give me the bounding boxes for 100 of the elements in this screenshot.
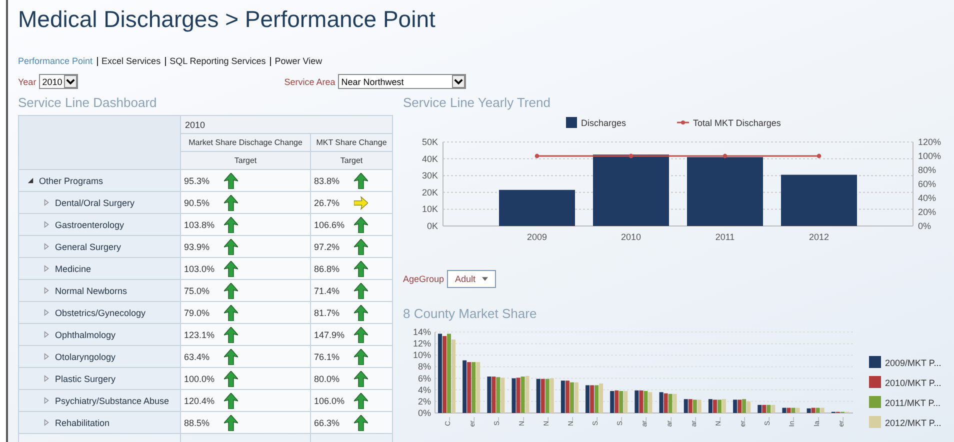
up-arrow-icon [224,260,238,276]
value-text: 100.0% [184,374,216,384]
nav-link[interactable]: SQL Reporting Services [170,56,266,66]
row-label: Otolaryngology [55,352,116,362]
expand-icon[interactable] [43,265,50,272]
expand-icon[interactable] [43,309,50,316]
value-text: 147.9% [314,330,346,340]
up-arrow-icon [354,260,368,276]
axis-label: 30K [422,170,438,181]
up-arrow-icon [354,370,368,386]
legend-label: 2010/MKT P... [885,378,942,388]
up-arrow-icon [354,172,368,188]
up-arrow-icon [224,282,238,298]
value-text: 75.0% [184,286,211,296]
axis-label: 2011 [715,232,735,242]
axis-label: 8% [418,362,431,372]
row-label: Psychiatry/Substance Abuse [55,396,170,406]
expand-icon[interactable] [43,375,50,382]
value-text: 97.2% [314,242,341,252]
legend-label: 2012/MKT P... [885,418,942,428]
up-arrow-icon [224,348,238,364]
value-text: 123.1% [184,330,216,340]
up-arrow-icon [224,392,238,408]
legend-item: 2009/MKT P... [869,356,942,368]
axis-label: 0% [418,408,431,418]
axis-label: 2012 [808,232,830,242]
value-text: 106.0% [314,396,346,406]
up-arrow-icon [224,194,238,210]
row-label: Ophthalmology [55,330,116,340]
page-title: Medical Discharges > Performance Point [17,5,436,34]
filter-label: AgeGroup [403,274,444,284]
axis-label: 40% [918,193,936,203]
axis-label: 6% [418,373,431,384]
up-arrow-icon [354,414,368,430]
value-text: 63.4% [184,352,211,362]
filter-label: Year [18,76,36,86]
axis-label: 4% [418,384,431,395]
expand-icon[interactable] [43,397,50,404]
legend-item: 2012/MKT P... [869,416,942,428]
legend-item: Discharges [566,117,626,128]
legend-item: 2010/MKT P... [869,376,942,388]
filter-dropdown[interactable]: 2010 [39,74,78,89]
value-text: 95.3% [184,176,211,186]
axis-label: 2010 [620,232,642,242]
up-arrow-icon [224,238,238,254]
right-arrow-icon [354,194,368,210]
nav-link[interactable]: Performance Point [18,56,93,66]
value-text: 120.4% [184,396,216,406]
column-header: MKT Share Change [310,134,392,152]
up-arrow-icon [224,370,238,386]
expand-icon[interactable] [43,243,50,250]
expand-icon[interactable] [43,331,50,338]
axis-label: 100% [918,151,942,161]
up-arrow-icon [354,326,368,342]
caret-icon [482,277,488,281]
column-header: Target [180,152,310,170]
axis-label: 40K [422,154,438,164]
axis-label: 20% [918,207,936,217]
up-arrow-icon [354,348,368,364]
row-label: Medicine [55,264,92,274]
value-text: 76.1% [314,352,341,362]
expand-icon[interactable] [43,419,50,426]
up-arrow-icon [354,238,368,254]
section-title: Service Line Yearly Trend [403,95,552,111]
expand-icon[interactable] [43,199,50,206]
expand-icon[interactable] [43,221,50,228]
up-arrow-icon [354,304,368,320]
axis-label: 2009 [526,232,548,242]
axis-label: 20K [422,187,438,198]
value-text: 106.6% [314,220,346,230]
value-text: 71.4% [314,286,341,296]
row-label: Normal Newborns [55,286,128,296]
axis-label: 0% [918,221,932,231]
filter-dropdown[interactable]: Near Northwest [338,74,466,89]
up-arrow-icon [354,216,368,232]
row-label: Obstetrics/Gynecology [55,308,146,318]
up-arrow-icon [224,304,238,320]
value-text: 103.8% [184,220,216,230]
column-header: Target [310,152,392,170]
up-arrow-icon [224,414,238,430]
value-text: 81.7% [314,308,341,318]
filter-dropdown[interactable]: Adult [447,270,496,288]
up-arrow-icon [224,216,238,232]
axis-label: 2% [418,396,431,406]
axis-label: 120% [918,137,942,147]
collapse-icon[interactable] [27,177,34,184]
nav-link[interactable]: Excel Services [102,56,161,66]
legend-item: 2011/MKT P... [869,396,941,408]
value-text: 86.8% [314,264,341,274]
axis-label: 50K [422,137,438,147]
up-arrow-icon [224,326,238,342]
up-arrow-icon [354,282,368,298]
nav-link[interactable]: Power View [274,56,322,66]
up-arrow-icon [354,392,368,408]
expand-icon[interactable] [43,287,50,294]
axis-label: 10% [412,350,431,360]
section-title: 8 County Market Share [403,306,538,322]
expand-icon[interactable] [43,353,50,360]
legend-item: Total MKT Discharges [677,118,781,128]
row-label: Rehabilitation [55,418,110,428]
